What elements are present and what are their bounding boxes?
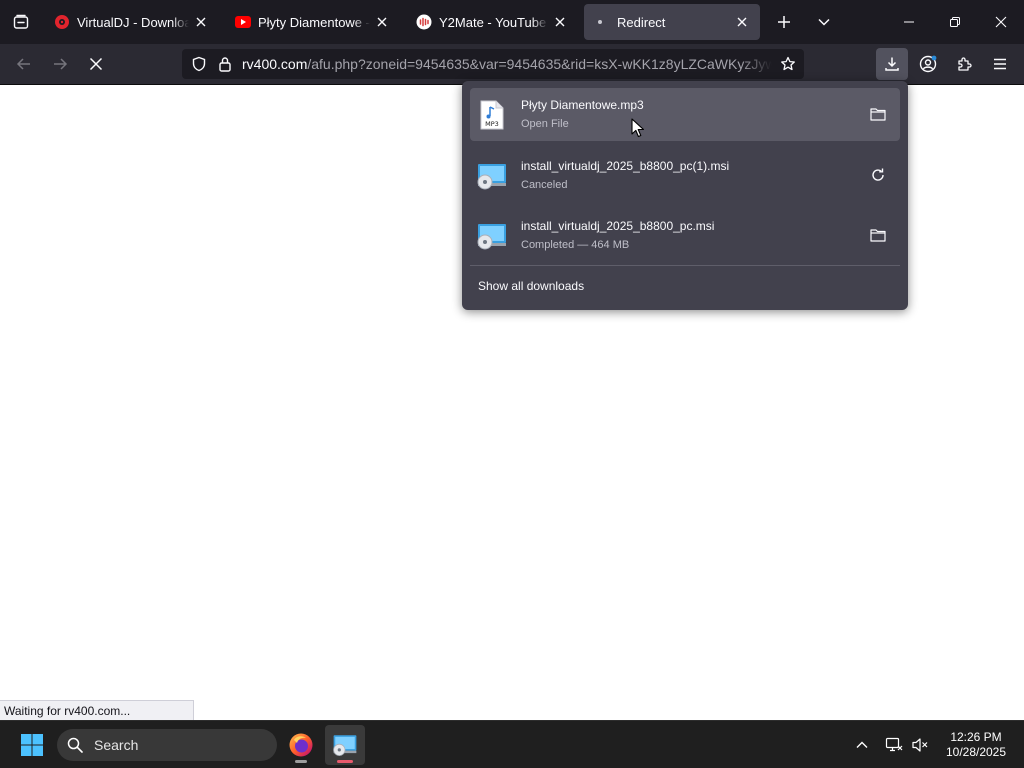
system-clock[interactable]: 12:26 PM 10/28/2025 — [936, 730, 1016, 760]
tab-close-icon[interactable] — [552, 14, 568, 30]
folder-icon — [870, 108, 886, 121]
search-label: Search — [94, 737, 139, 753]
taskbar-installer-button[interactable] — [325, 725, 365, 765]
clock-time: 12:26 PM — [950, 730, 1002, 744]
volume-button[interactable] — [908, 733, 932, 757]
stop-loading-button[interactable] — [80, 48, 112, 80]
tab-youtube[interactable]: Płyty Diamentowe - YouTube — [225, 4, 400, 40]
folder-icon — [870, 229, 886, 242]
extensions-button[interactable] — [948, 48, 980, 80]
download-item[interactable]: install_virtualdj_2025_b8800_pc.msi Comp… — [470, 209, 900, 262]
show-in-folder-button[interactable] — [864, 100, 892, 128]
msi-installer-icon — [476, 220, 508, 252]
firefox-icon — [289, 733, 313, 757]
list-all-tabs-button[interactable] — [810, 8, 838, 36]
running-indicator — [337, 760, 353, 763]
address-bar[interactable]: rv400.com/afu.php?zoneid=9454635&var=945… — [182, 49, 804, 79]
download-file-name: install_virtualdj_2025_b8800_pc.msi — [521, 219, 715, 233]
msi-installer-icon — [333, 735, 357, 756]
download-item[interactable]: install_virtualdj_2025_b8800_pc(1).msi C… — [470, 149, 900, 202]
screen: VirtualDJ - Download VirtualDJ Płyty Dia… — [0, 0, 1024, 768]
download-status: Open File — [521, 118, 569, 130]
windows-logo-icon — [21, 734, 43, 756]
speaker-muted-icon — [912, 738, 928, 752]
download-file-name: Płyty Diamentowe.mp3 — [521, 98, 644, 112]
retry-icon — [872, 168, 884, 181]
youtube-favicon — [235, 14, 251, 30]
clock-date: 10/28/2025 — [945, 745, 1007, 759]
download-file-name: install_virtualdj_2025_b8800_pc(1).msi — [521, 159, 730, 173]
downloads-panel: MP3 Płyty Diamentowe.mp3 Open File insta… — [462, 81, 908, 310]
tracking-protection-shield-icon[interactable] — [184, 56, 214, 72]
show-hidden-icons-button[interactable] — [850, 733, 874, 757]
puzzle-icon — [958, 57, 972, 71]
url-text[interactable]: rv400.com/afu.php?zoneid=9454635&var=945… — [242, 56, 772, 72]
bookmark-star-icon[interactable] — [776, 56, 800, 72]
firefox-view-button[interactable] — [0, 0, 42, 44]
url-path: /afu.php?zoneid=9454635&var=9454635&rid=… — [307, 56, 772, 72]
network-status-button[interactable] — [882, 733, 906, 757]
show-in-folder-button[interactable] — [864, 221, 892, 249]
tab-redirect[interactable]: Redirect — [584, 4, 760, 40]
retry-download-button[interactable] — [864, 161, 892, 189]
taskbar-search-box[interactable]: Search — [57, 729, 277, 761]
firefox-view-icon — [13, 14, 29, 29]
svg-text:MP3: MP3 — [485, 120, 499, 128]
window-minimize-button[interactable] — [886, 0, 932, 44]
tab-title: Y2Mate - YouTube to MP3 — [439, 14, 548, 30]
minimize-icon — [904, 21, 914, 23]
plus-icon — [778, 16, 790, 28]
tab-title: Płyty Diamentowe - YouTube — [258, 14, 370, 30]
show-all-downloads-link[interactable]: Show all downloads — [478, 279, 584, 293]
back-button[interactable] — [8, 48, 40, 80]
tab-title: VirtualDJ - Download VirtualDJ — [77, 14, 189, 30]
mouse-pointer-icon — [631, 118, 645, 138]
navigation-toolbar: rv400.com/afu.php?zoneid=9454635&var=945… — [0, 44, 1024, 85]
virtualdj-favicon — [54, 14, 70, 30]
tab-bar: VirtualDJ - Download VirtualDJ Płyty Dia… — [0, 0, 1024, 44]
chevron-down-icon — [818, 18, 830, 26]
lock-icon[interactable] — [214, 56, 236, 72]
forward-button[interactable] — [44, 48, 76, 80]
status-panel: Waiting for rv400.com... — [0, 700, 194, 720]
taskbar-firefox-button[interactable] — [281, 725, 321, 765]
start-button[interactable] — [14, 729, 50, 761]
chevron-up-icon — [856, 741, 868, 748]
download-status: Canceled — [521, 179, 568, 191]
tab-close-icon[interactable] — [374, 14, 390, 30]
mp3-file-icon: MP3 — [476, 99, 508, 131]
hamburger-menu-icon — [994, 58, 1006, 70]
search-icon — [67, 737, 85, 753]
download-status: Completed — 464 MB — [521, 239, 630, 251]
msi-installer-icon — [476, 160, 508, 192]
tab-title: Redirect — [617, 14, 666, 30]
arrow-left-icon — [16, 58, 30, 70]
arrow-right-icon — [54, 58, 68, 70]
account-icon — [919, 55, 937, 73]
account-button[interactable] — [912, 48, 944, 80]
tab-close-icon[interactable] — [734, 14, 750, 30]
panel-divider — [470, 265, 900, 266]
download-icon — [885, 57, 899, 71]
app-menu-button[interactable] — [984, 48, 1016, 80]
close-icon — [995, 16, 1007, 28]
loading-dot-icon — [594, 14, 610, 30]
tab-virtualdj[interactable]: VirtualDJ - Download VirtualDJ — [44, 4, 219, 40]
network-icon — [885, 737, 903, 752]
url-host: rv400.com — [242, 56, 308, 72]
new-tab-button[interactable] — [770, 8, 798, 36]
tab-close-icon[interactable] — [193, 14, 209, 30]
window-restore-button[interactable] — [932, 0, 978, 44]
window-close-button[interactable] — [978, 0, 1024, 44]
taskbar: Search 12:26 PM 10/28/2025 — [0, 720, 1024, 768]
tab-y2mate[interactable]: Y2Mate - YouTube to MP3 — [406, 4, 578, 40]
y2mate-favicon — [416, 14, 432, 30]
download-item[interactable]: MP3 Płyty Diamentowe.mp3 Open File — [470, 88, 900, 141]
downloads-button[interactable] — [876, 48, 908, 80]
stop-icon — [89, 57, 103, 71]
running-indicator — [295, 760, 307, 763]
restore-icon — [950, 17, 960, 27]
